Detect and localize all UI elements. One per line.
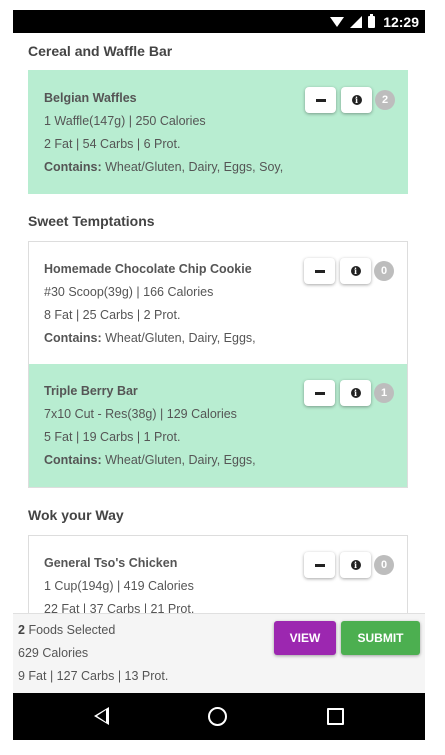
item-serving: 1 Cup(194g) | 419 Calories bbox=[44, 579, 194, 593]
status-time: 12:29 bbox=[383, 13, 419, 30]
minus-icon bbox=[314, 269, 325, 273]
minus-icon bbox=[315, 98, 326, 102]
item-allergens-line: Contains: Wheat/Gluten, Dairy, Eggs, Soy… bbox=[44, 160, 283, 174]
contains-label: Contains: bbox=[44, 160, 102, 174]
menu-list[interactable]: Cereal and Waffle Bar Belgian Waffles 1 … bbox=[13, 33, 425, 613]
total-macros: 9 Fat | 127 Carbs | 13 Prot. bbox=[18, 669, 169, 683]
section-title: Sweet Temptations bbox=[28, 213, 155, 229]
count-badge: 0 bbox=[374, 261, 394, 281]
item-macros: 8 Fat | 25 Carbs | 2 Prot. bbox=[44, 308, 181, 322]
phone-screen: 12:29 Cereal and Waffle Bar Belgian Waff… bbox=[13, 10, 425, 740]
info-icon: i bbox=[351, 95, 362, 105]
contains-label: Contains: bbox=[44, 453, 102, 467]
list-item[interactable]: Belgian Waffles 1 Waffle(147g) | 250 Cal… bbox=[29, 71, 407, 193]
list-item[interactable]: General Tso's Chicken 1 Cup(194g) | 419 … bbox=[29, 536, 407, 613]
remove-button[interactable] bbox=[304, 552, 335, 578]
item-macros: 2 Fat | 54 Carbs | 6 Prot. bbox=[44, 137, 181, 151]
info-button[interactable]: i bbox=[340, 552, 371, 578]
item-allergens: Wheat/Gluten, Dairy, Eggs, bbox=[105, 453, 256, 467]
recents-icon[interactable] bbox=[327, 708, 344, 725]
foods-count: 2 bbox=[18, 623, 25, 637]
status-bar: 12:29 bbox=[13, 10, 425, 33]
count-badge: 1 bbox=[374, 383, 394, 403]
item-name: Belgian Waffles bbox=[44, 91, 137, 105]
selection-summary: 2 Foods Selected 629 Calories 9 Fat | 12… bbox=[13, 613, 425, 694]
item-allergens-line: Contains: Wheat/Gluten, Dairy, Eggs, bbox=[44, 453, 256, 467]
info-button[interactable]: i bbox=[340, 380, 371, 406]
item-serving: 1 Waffle(147g) | 250 Calories bbox=[44, 114, 206, 128]
info-button[interactable]: i bbox=[340, 258, 371, 284]
section-title: Wok your Way bbox=[28, 507, 124, 523]
signal-icon bbox=[350, 15, 363, 28]
foods-selected: 2 Foods Selected bbox=[18, 623, 115, 637]
item-name: Homemade Chocolate Chip Cookie bbox=[44, 262, 252, 276]
wifi-icon bbox=[330, 16, 345, 27]
section-card: Homemade Chocolate Chip Cookie #30 Scoop… bbox=[28, 241, 408, 488]
remove-button[interactable] bbox=[304, 380, 335, 406]
item-name: General Tso's Chicken bbox=[44, 556, 178, 570]
count-badge: 2 bbox=[375, 90, 395, 110]
item-serving: 7x10 Cut - Res(38g) | 129 Calories bbox=[44, 407, 237, 421]
back-icon[interactable] bbox=[94, 707, 109, 725]
info-button[interactable]: i bbox=[341, 87, 372, 113]
item-serving: #30 Scoop(39g) | 166 Calories bbox=[44, 285, 214, 299]
info-icon: i bbox=[350, 388, 361, 398]
item-allergens: Wheat/Gluten, Dairy, Eggs, bbox=[105, 331, 256, 345]
submit-button[interactable]: SUBMIT bbox=[341, 621, 420, 655]
minus-icon bbox=[314, 391, 325, 395]
navigation-bar bbox=[13, 693, 425, 740]
total-calories: 629 Calories bbox=[18, 646, 89, 660]
view-button[interactable]: VIEW bbox=[274, 621, 336, 655]
item-macros: 22 Fat | 37 Carbs | 21 Prot. bbox=[44, 602, 195, 613]
list-item[interactable]: Triple Berry Bar 7x10 Cut - Res(38g) | 1… bbox=[29, 364, 407, 487]
foods-label: Foods Selected bbox=[28, 623, 116, 637]
count-badge: 0 bbox=[374, 555, 394, 575]
info-icon: i bbox=[350, 560, 361, 570]
section-card: Belgian Waffles 1 Waffle(147g) | 250 Cal… bbox=[28, 70, 408, 194]
item-allergens: Wheat/Gluten, Dairy, Eggs, Soy, bbox=[105, 160, 284, 174]
section-card: General Tso's Chicken 1 Cup(194g) | 419 … bbox=[28, 535, 408, 613]
section-title: Cereal and Waffle Bar bbox=[28, 43, 173, 59]
home-icon[interactable] bbox=[208, 707, 227, 726]
remove-button[interactable] bbox=[304, 258, 335, 284]
battery-icon bbox=[368, 13, 376, 28]
item-name: Triple Berry Bar bbox=[44, 384, 138, 398]
item-allergens-line: Contains: Wheat/Gluten, Dairy, Eggs, bbox=[44, 331, 256, 345]
info-icon: i bbox=[350, 266, 361, 276]
minus-icon bbox=[314, 563, 325, 567]
contains-label: Contains: bbox=[44, 331, 102, 345]
item-macros: 5 Fat | 19 Carbs | 1 Prot. bbox=[44, 430, 181, 444]
remove-button[interactable] bbox=[305, 87, 336, 113]
list-item[interactable]: Homemade Chocolate Chip Cookie #30 Scoop… bbox=[29, 242, 407, 364]
